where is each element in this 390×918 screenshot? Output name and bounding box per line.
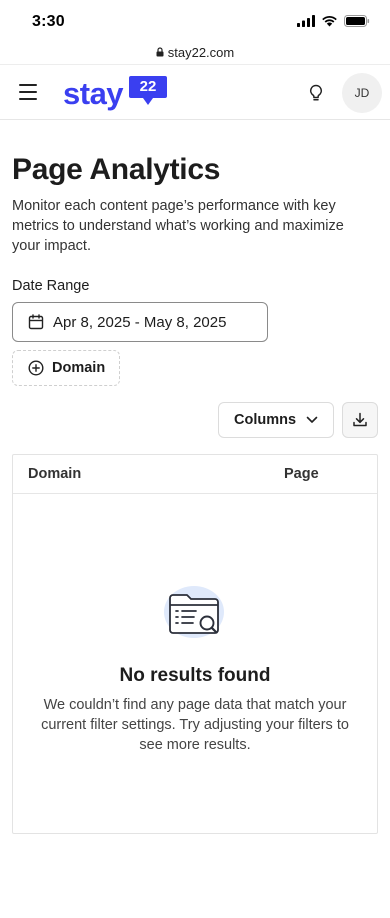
status-bar: 3:30: [0, 0, 390, 40]
status-time: 3:30: [32, 13, 65, 30]
download-icon: [353, 412, 367, 427]
domain-filter-button[interactable]: Domain: [12, 350, 120, 386]
column-header-page[interactable]: Page: [284, 466, 319, 482]
address-bar[interactable]: stay22.com: [0, 40, 390, 64]
download-button[interactable]: [342, 402, 378, 438]
empty-state-message: We couldn’t find any page data that matc…: [41, 697, 349, 753]
user-avatar[interactable]: JD: [342, 73, 382, 113]
domain-filter-label: Domain: [52, 360, 106, 376]
cellular-signal-icon: [297, 15, 315, 27]
url-text: stay22.com: [167, 44, 235, 60]
columns-label: Columns: [234, 412, 297, 428]
empty-state-title: No results found: [119, 665, 271, 686]
date-range-label: Date Range: [12, 278, 90, 294]
date-range-picker[interactable]: Apr 8, 2025 - May 8, 2025: [12, 302, 268, 342]
columns-button[interactable]: Columns: [218, 402, 334, 438]
lock-icon: [156, 47, 164, 57]
chevron-down-icon: [306, 416, 318, 423]
wifi-icon: [322, 16, 337, 27]
lightbulb-icon[interactable]: [305, 82, 327, 104]
column-header-domain[interactable]: Domain: [28, 466, 81, 482]
logo-badge: 22: [129, 76, 167, 105]
page-title: Page Analytics: [12, 153, 221, 186]
hamburger-menu-icon[interactable]: [16, 80, 40, 104]
table-header: Domain Page: [13, 455, 377, 494]
page-description: Monitor each content page’s performance …: [12, 198, 344, 254]
calendar-icon: [28, 314, 44, 330]
plus-circle-icon: [28, 360, 44, 376]
battery-icon: [344, 15, 370, 27]
page-analytics-table: Domain Page No results found We couldn’t…: [12, 454, 378, 834]
date-range-value: Apr 8, 2025 - May 8, 2025: [53, 313, 227, 331]
logo-text: stay: [63, 76, 124, 111]
folder-search-icon: [164, 586, 224, 638]
status-icons: [297, 15, 370, 27]
app-header: stay 22 JD: [0, 64, 390, 120]
